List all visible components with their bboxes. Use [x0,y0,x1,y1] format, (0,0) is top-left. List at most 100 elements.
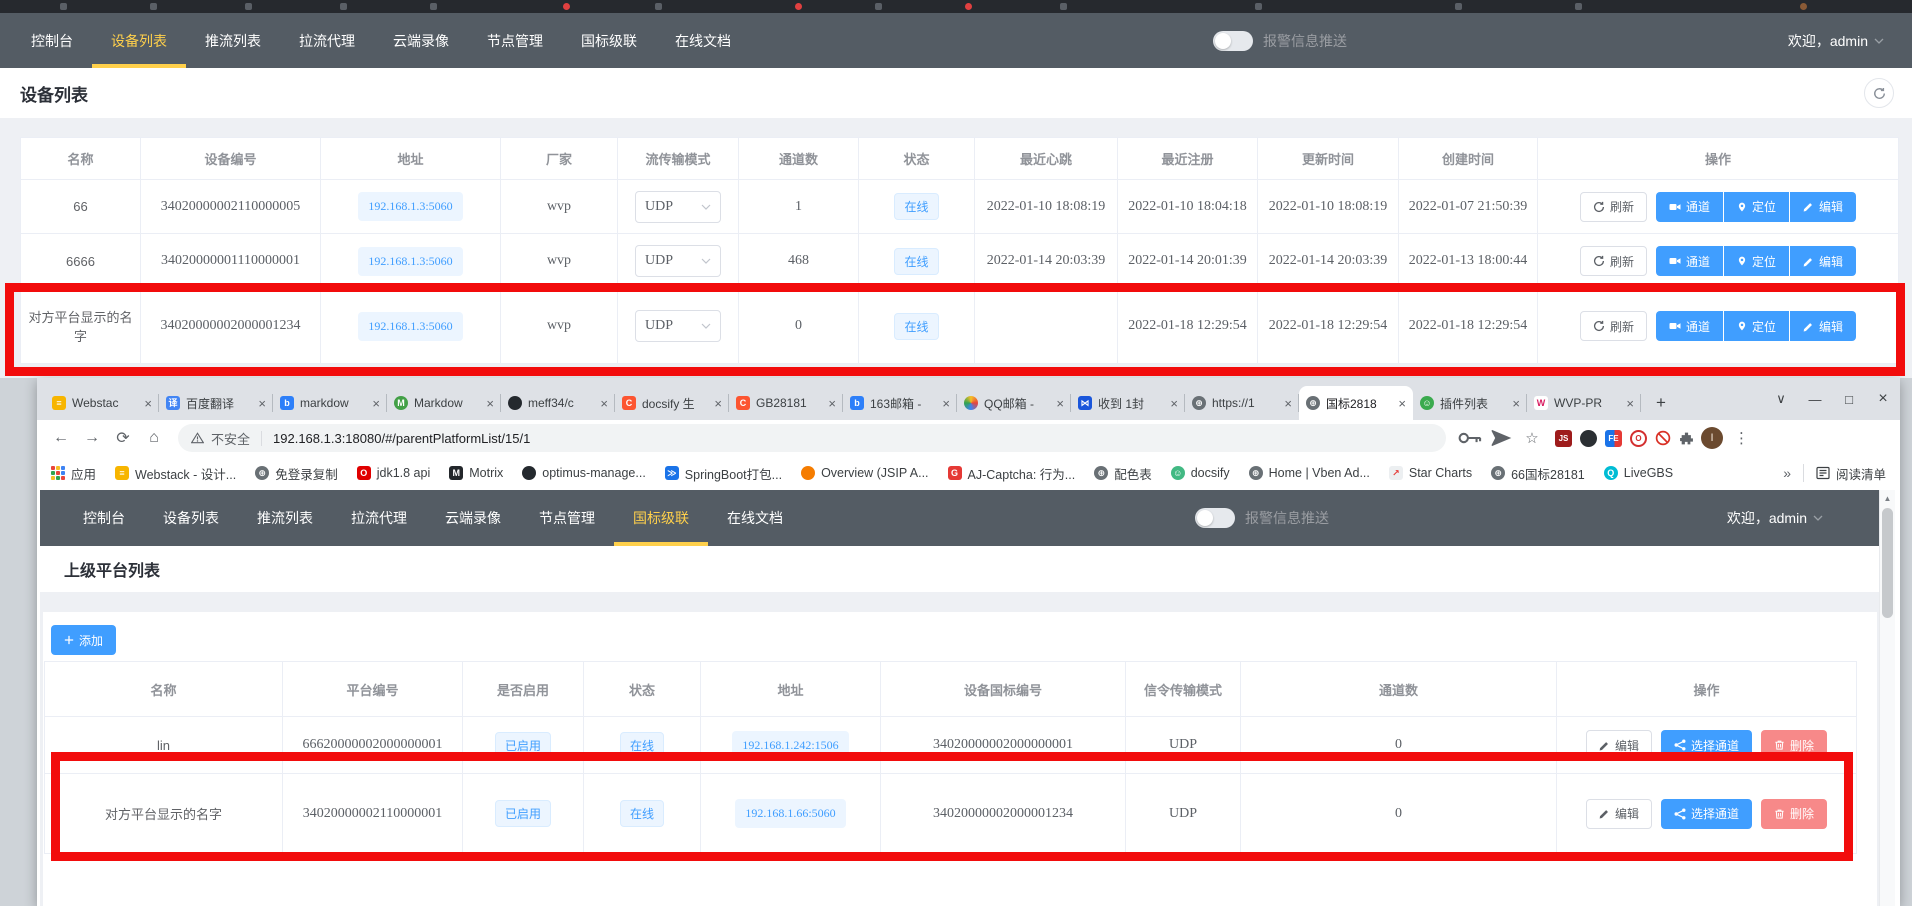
locate-button[interactable]: 定位 [1724,246,1789,276]
nav-item-推流列表[interactable]: 推流列表 [186,13,280,68]
blocked-icon[interactable] [1655,430,1671,446]
tab-close-icon[interactable]: × [144,396,152,411]
stream-mode-select[interactable]: UDP [635,245,721,277]
delete-platform-button[interactable]: 删除 [1761,799,1827,829]
browser-tab[interactable]: meff34/c× [501,386,615,420]
bookmark-item[interactable]: ⊕配色表 [1094,464,1152,483]
key-icon[interactable] [1458,426,1482,450]
tab-close-icon[interactable]: × [600,396,608,411]
bookmark-item[interactable]: ↗Star Charts [1389,466,1472,480]
nav-item-控制台[interactable]: 控制台 [12,13,92,68]
tab-close-icon[interactable]: × [486,396,494,411]
browser-menu-icon[interactable]: ⋮ [1730,429,1753,447]
close-window-button[interactable]: × [1866,378,1900,420]
tab-close-icon[interactable]: × [1284,396,1292,411]
platform-address-pill[interactable]: 192.168.1.242:1506 [732,731,848,760]
tab-close-icon[interactable]: × [714,396,722,411]
js-extension-icon[interactable]: JS [1555,430,1572,447]
forward-button[interactable]: → [80,426,104,450]
scrollbar-thumb[interactable] [1882,508,1893,618]
nav-item-云端录像[interactable]: 云端录像 [374,13,468,68]
home-button[interactable]: ⌂ [142,426,166,450]
browser-tab[interactable]: WWVP-PR× [1527,386,1641,420]
alarm-push-toggle[interactable] [1213,31,1253,51]
tab-close-icon[interactable]: × [258,396,266,411]
reading-list-button[interactable]: 阅读清单 [1816,464,1886,483]
stream-mode-select[interactable]: UDP [635,310,721,342]
edit-platform-button[interactable]: 编辑 [1586,799,1652,829]
select-channels-button[interactable]: 选择通道 [1661,730,1752,760]
browser-tab[interactable]: 译百度翻译× [159,386,273,420]
bookmark-item[interactable]: MMotrix [449,466,503,480]
platform-address-pill[interactable]: 192.168.1.66:5060 [735,799,845,828]
edit-platform-button[interactable]: 编辑 [1586,730,1652,760]
bookmark-item[interactable]: ≡Webstack - 设计... [115,464,236,483]
delete-platform-button[interactable]: 删除 [1761,730,1827,760]
browser-tab[interactable]: CGB28181× [729,386,843,420]
tab-close-icon[interactable]: × [942,396,950,411]
nav-item-国标级联[interactable]: 国标级联 [562,13,656,68]
refresh-device-button[interactable]: 刷新 [1580,311,1647,341]
onetab-extension-icon[interactable]: O [1630,430,1647,447]
edit-device-button[interactable]: 编辑 [1790,192,1856,222]
locate-button[interactable]: 定位 [1724,311,1789,341]
welcome-user-menu[interactable]: 欢迎，admin [1788,31,1884,51]
device-address-pill[interactable]: 192.168.1.3:5060 [358,192,462,221]
nav-item-推流列表[interactable]: 推流列表 [238,490,332,546]
browser-tab[interactable]: QQ邮箱 -× [957,386,1071,420]
device-address-pill[interactable]: 192.168.1.3:5060 [358,247,462,276]
browser-tab[interactable]: ☺插件列表× [1413,386,1527,420]
bookmark-item[interactable]: ⊕Home | Vben Ad... [1249,466,1370,480]
browser-tab[interactable]: ⋈收到 1封× [1071,386,1185,420]
nav-item-云端录像[interactable]: 云端录像 [426,490,520,546]
tab-close-icon[interactable]: × [1626,396,1634,411]
send-icon[interactable] [1489,426,1513,450]
bookmark-item[interactable]: optimus-manage... [522,466,646,480]
nav-item-设备列表[interactable]: 设备列表 [92,13,186,68]
nav-item-拉流代理[interactable]: 拉流代理 [280,13,374,68]
edit-device-button[interactable]: 编辑 [1790,246,1856,276]
bookmark-star-icon[interactable]: ☆ [1520,426,1544,450]
tab-close-icon[interactable]: × [1056,396,1064,411]
nav-item-国标级联[interactable]: 国标级联 [614,490,708,546]
scroll-up-arrow-icon[interactable]: ▲ [1880,490,1895,503]
browser-tab[interactable]: ⊕国标2818× [1299,386,1413,420]
tab-close-icon[interactable]: × [1512,396,1520,411]
bookmark-item[interactable]: QLiveGBS [1604,466,1673,480]
tab-close-icon[interactable]: × [828,396,836,411]
bookmark-item[interactable]: ⊕66国标28181 [1491,464,1585,483]
browser-tab[interactable]: bmarkdow× [273,386,387,420]
welcome-user-menu[interactable]: 欢迎，admin [1727,508,1823,528]
bookmark-item[interactable]: ☺docsify [1171,466,1230,480]
address-bar[interactable]: 不安全 192.168.1.3:18080/#/parentPlatformLi… [178,424,1446,452]
alarm-push-toggle[interactable] [1195,508,1235,528]
minimize-button[interactable]: — [1798,378,1832,420]
page-scrollbar[interactable]: ▲ [1879,490,1895,906]
nav-item-控制台[interactable]: 控制台 [64,490,144,546]
bookmark-item[interactable]: 应用 [51,464,96,483]
channels-button[interactable]: 通道 [1656,246,1723,276]
browser-tab[interactable]: Cdocsify 生× [615,386,729,420]
profile-avatar[interactable]: I [1701,427,1723,449]
fe-extension-icon[interactable]: FE [1605,430,1622,447]
bookmark-item[interactable]: GAJ-Captcha: 行为... [948,464,1076,483]
back-button[interactable]: ← [49,426,73,450]
add-platform-button[interactable]: 添加 [51,625,116,655]
tab-close-icon[interactable]: × [1170,396,1178,411]
bookmark-item[interactable]: Overview (JSIP A... [801,466,928,480]
browser-tab[interactable]: ⊕https://1× [1185,386,1299,420]
reload-button[interactable]: ⟳ [111,426,135,450]
browser-tab[interactable]: b163邮箱 -× [843,386,957,420]
new-tab-button[interactable]: + [1647,389,1675,417]
channels-button[interactable]: 通道 [1656,311,1723,341]
edit-device-button[interactable]: 编辑 [1790,311,1856,341]
bookmark-item[interactable]: ⊕免登录复制 [255,464,338,483]
nav-item-在线文档[interactable]: 在线文档 [656,13,750,68]
browser-tab[interactable]: MMarkdow× [387,386,501,420]
tab-close-icon[interactable]: × [372,396,380,411]
ninja-extension-icon[interactable] [1580,430,1597,447]
channels-button[interactable]: 通道 [1656,192,1723,222]
refresh-device-button[interactable]: 刷新 [1580,246,1647,276]
maximize-button[interactable]: □ [1832,378,1866,420]
nav-item-在线文档[interactable]: 在线文档 [708,490,802,546]
